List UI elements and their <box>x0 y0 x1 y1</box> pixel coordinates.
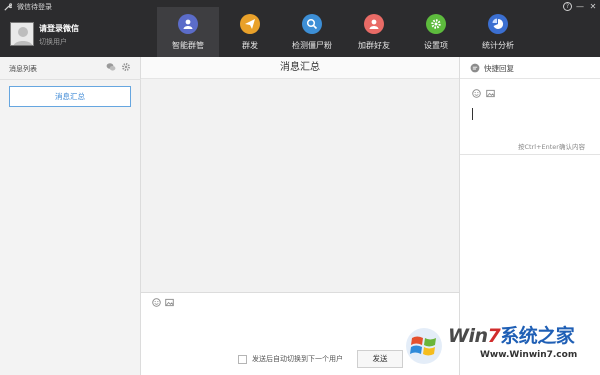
wrench-icon <box>4 3 12 11</box>
detect-search-icon <box>302 14 322 34</box>
group-manage-icon <box>178 14 198 34</box>
auto-switch-option[interactable]: 发送后自动切换到下一个用户 <box>238 354 343 364</box>
nav-label: 设置项 <box>424 41 448 50</box>
user-silhouette-icon <box>13 27 33 45</box>
quick-reply-hint: 按Ctrl+Enter确认内容 <box>518 143 585 151</box>
nav-detect-zombie[interactable]: 检测僵尸粉 <box>281 7 343 57</box>
login-prompt[interactable]: 请登录微信 <box>39 23 79 34</box>
add-friend-icon <box>364 14 384 34</box>
image-icon[interactable] <box>486 89 495 98</box>
nav-smart-group[interactable]: 智能群管 <box>157 7 219 57</box>
quick-reply-title: 快捷回复 <box>484 64 514 73</box>
message-area[interactable] <box>141 79 459 292</box>
switch-user-link[interactable]: 切换用户 <box>39 37 67 47</box>
window-controls: ? — ✕ <box>563 1 598 12</box>
gear-icon[interactable] <box>121 62 131 72</box>
help-button[interactable]: ? <box>563 2 572 11</box>
chat-bubble-icon <box>470 63 480 73</box>
nav-label: 检测僵尸粉 <box>292 41 332 50</box>
close-button[interactable]: ✕ <box>588 1 598 12</box>
profile[interactable]: 请登录微信 切换用户 <box>10 20 150 50</box>
nav-statistics[interactable]: 统计分析 <box>467 7 529 57</box>
message-list-tools <box>106 62 131 72</box>
nav-label: 智能群管 <box>172 41 204 50</box>
image-icon[interactable] <box>165 298 174 307</box>
pie-chart-icon <box>488 14 508 34</box>
window-title: 微信待登录 <box>17 3 52 11</box>
message-summary-button[interactable]: 消息汇总 <box>9 86 131 107</box>
divider <box>141 292 459 293</box>
quick-reply-header: 快捷回复 <box>460 57 600 79</box>
nav-settings[interactable]: 设置项 <box>405 7 467 57</box>
auto-switch-checkbox[interactable] <box>238 354 247 364</box>
wechat-bubble-icon[interactable] <box>106 62 116 72</box>
windows-logo-icon <box>406 328 442 364</box>
nav-add-friends[interactable]: 加群好友 <box>343 7 405 57</box>
nav-label: 统计分析 <box>482 41 514 50</box>
text-cursor[interactable] <box>472 108 473 120</box>
watermark-url: Www.Winwin7.com <box>480 350 578 360</box>
settings-gear-icon <box>426 14 446 34</box>
minimize-button[interactable]: — <box>575 1 585 12</box>
main-nav: 智能群管 群发 检测僵尸粉 加群好友 设置项 统计分析 <box>157 7 529 57</box>
divider <box>0 79 141 80</box>
app-header: 微信待登录 ? — ✕ 请登录微信 切换用户 智能群管 群发 检测僵尸粉 加群好… <box>0 0 600 57</box>
paper-plane-icon <box>240 14 260 34</box>
watermark-logo: Win7系统之家 <box>448 325 575 347</box>
auto-switch-label: 发送后自动切换到下一个用户 <box>252 355 343 363</box>
message-list-title: 消息列表 <box>9 65 37 73</box>
chat-title: 消息汇总 <box>141 57 459 79</box>
nav-label: 群发 <box>242 41 258 50</box>
compose-toolbar <box>152 298 174 307</box>
message-list-panel: 消息列表 消息汇总 <box>0 57 141 375</box>
watermark: Win7系统之家 Www.Winwin7.com <box>404 318 600 375</box>
divider <box>460 154 600 155</box>
send-button[interactable]: 发送 <box>357 350 403 368</box>
emoji-icon[interactable] <box>152 298 161 307</box>
avatar[interactable] <box>10 22 34 46</box>
nav-label: 加群好友 <box>358 41 390 50</box>
emoji-icon[interactable] <box>472 89 481 98</box>
nav-mass-send[interactable]: 群发 <box>219 7 281 57</box>
quick-reply-toolbar <box>472 89 495 98</box>
